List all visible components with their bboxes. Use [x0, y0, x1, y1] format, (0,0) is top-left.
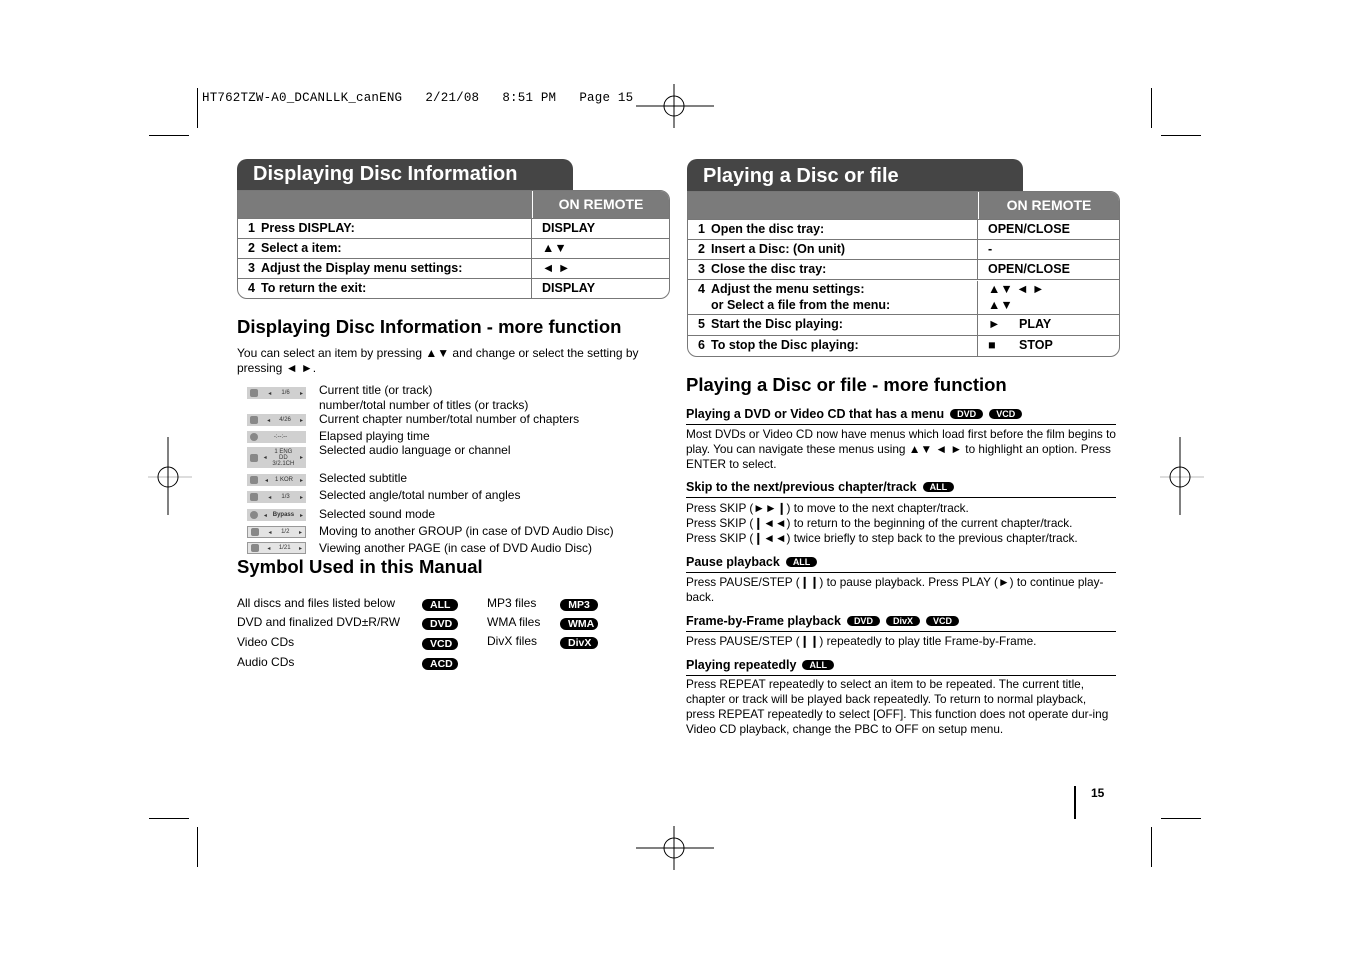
table-row: 1 Press DISPLAY: DISPLAY — [238, 218, 669, 238]
crop-mark — [197, 827, 198, 867]
badge-vcd: VCD — [989, 409, 1023, 419]
display-item-desc: Selected subtitle — [319, 471, 408, 485]
crop-mark — [1151, 827, 1152, 867]
badge-divx: DivX — [560, 633, 598, 651]
play-icon: ► — [988, 317, 1001, 331]
badge-acd: ACD — [422, 654, 458, 672]
badge-dvd: DVD — [846, 616, 880, 626]
subtitle-icon: ◂ 1 KOR ▸ — [247, 474, 306, 486]
subsection-body: Press PAUSE/STEP (❙❙) to pause playback.… — [686, 575, 1104, 604]
symbol-label: Video CDs — [237, 635, 295, 649]
display-item-desc: Selected audio language or channel — [319, 443, 511, 457]
badge-vcd: VCD — [925, 616, 959, 626]
display-item-desc: Elapsed playing time — [319, 429, 430, 443]
symbol-label: DVD and finalized DVD±R/RW — [237, 615, 401, 629]
heading-symbols: Symbol Used in this Manual — [237, 556, 483, 577]
subsection-title: Playing repeatedly ALL — [686, 658, 1116, 676]
table-header: ON REMOTE — [238, 191, 669, 218]
group-icon: ◂ 1/2 ▸ — [247, 526, 306, 538]
table-row: 5 Start the Disc playing: ► PLAY — [688, 314, 1119, 335]
table-row: 2 Select a item: ▲▼ — [238, 238, 669, 258]
badge-all: ALL — [422, 595, 458, 613]
crop-mark — [149, 135, 189, 136]
symbol-label: DivX files — [487, 634, 538, 648]
subsection-body: Press SKIP (►►❙) to move to the next cha… — [686, 501, 1078, 545]
badge-wma: WMA — [560, 614, 598, 632]
badge-vcd: VCD — [422, 634, 458, 652]
badge-dvd: DVD — [422, 614, 458, 632]
page-number-rule — [1074, 786, 1076, 819]
sound-icon: ◂ Bypass ▸ — [247, 509, 306, 521]
subsection-body: Most DVDs or Video CD now have menus whi… — [686, 427, 1116, 471]
subsection-title: Playing a DVD or Video CD that has a men… — [686, 407, 1116, 425]
heading-playing-more-function: Playing a Disc or file - more function — [686, 374, 1007, 395]
display-item-desc: Moving to another GROUP (in case of DVD … — [319, 524, 614, 538]
subsection-body: Press PAUSE/STEP (❙❙) repeatedly to play… — [686, 634, 1037, 648]
subsection-title: Pause playback ALL — [686, 555, 1116, 573]
symbol-label: Audio CDs — [237, 655, 295, 669]
registration-mark-icon — [148, 437, 192, 515]
crop-mark — [197, 88, 198, 128]
display-item-desc: Selected angle/total number of angles — [319, 488, 521, 502]
heading-display-more-function: Displaying Disc Information - more funct… — [237, 316, 622, 337]
on-remote-header: ON REMOTE — [1006, 197, 1092, 213]
symbol-label: All discs and files listed below — [237, 596, 396, 610]
crop-mark — [1161, 135, 1201, 136]
page-number: 15 — [1091, 786, 1105, 800]
crop-mark — [1151, 88, 1152, 128]
registration-mark-icon — [636, 826, 714, 870]
chapter-icon: ◂ 4/26 ▸ — [247, 414, 306, 426]
crop-mark — [149, 818, 189, 819]
table-row: 4 To return the exit: DISPLAY — [238, 278, 669, 298]
subsection-title: Frame-by-Frame playback DVD DivX VCD — [686, 614, 1116, 632]
display-item-desc: Current title (or track) number/total nu… — [319, 383, 529, 412]
table-row: 3 Close the disc tray: OPEN/CLOSE — [688, 259, 1119, 279]
registration-mark-icon — [636, 84, 714, 128]
display-item-desc: Viewing another PAGE (in case of DVD Aud… — [319, 541, 593, 555]
subsection-title: Skip to the next/previous chapter/track A… — [686, 480, 1116, 498]
table-row: 2 Insert a Disc: (On unit) - — [688, 239, 1119, 259]
badge-all: ALL — [922, 482, 955, 492]
stop-icon: ■ — [988, 338, 996, 352]
display-intro-text: You can select an item by pressing ▲▼ an… — [237, 346, 639, 375]
table-row: 4 Adjust the menu settings: or Select a fi… — [688, 279, 1119, 314]
display-item-desc: Selected sound mode — [319, 507, 436, 521]
table-row: 1 Open the disc tray: OPEN/CLOSE — [688, 219, 1119, 239]
badge-all: ALL — [785, 557, 818, 567]
table-header: ON REMOTE — [688, 192, 1119, 219]
print-slug: HT762TZW-A0_DCANLLK_canENG 2/21/08 8:51 … — [202, 91, 634, 105]
on-remote-header: ON REMOTE — [558, 196, 644, 212]
crop-mark — [1161, 818, 1201, 819]
playing-steps-table: ON REMOTE 1 Open the disc tray: OPEN/CLOS… — [687, 191, 1120, 357]
page-icon: ◂ 1/21 ▸ — [247, 542, 306, 554]
registration-mark-icon — [1160, 437, 1204, 515]
table-row: 3 Adjust the Display menu settings: ◄ ► — [238, 258, 669, 278]
badge-mp3: MP3 — [560, 595, 598, 613]
clock-icon: -:--:-- — [247, 431, 306, 443]
symbol-label: WMA files — [487, 615, 541, 629]
title-icon: ◂ 1/6 ▸ — [247, 387, 306, 399]
displaying-steps-table: ON REMOTE 1 Press DISPLAY: DISPLAY 2 Selec… — [237, 190, 670, 299]
angle-icon: ◂ 1/3 ▸ — [247, 491, 306, 503]
badge-dvd: DVD — [950, 409, 984, 419]
badge-divx: DivX — [885, 616, 920, 626]
subsection-body: Press REPEAT repeatedly to select an ite… — [686, 677, 1109, 736]
table-row: 6 To stop the Disc playing: ■ STOP — [688, 335, 1119, 356]
symbol-label: MP3 files — [487, 596, 537, 610]
display-item-desc: Current chapter number/total number of c… — [319, 412, 580, 426]
section-title-playing-disc: Playing a Disc or file — [687, 159, 1023, 195]
badge-all: ALL — [802, 660, 834, 670]
audio-icon: ◂ 1 ENG DD 3/2.1CH ▸ — [247, 447, 306, 468]
